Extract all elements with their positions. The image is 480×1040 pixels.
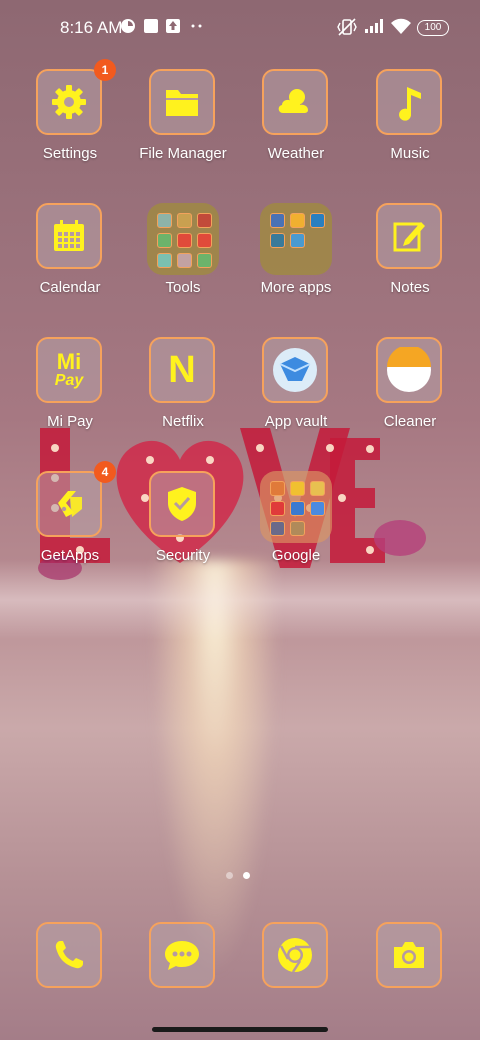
folder-group-icon[interactable] bbox=[260, 471, 332, 543]
clock: 8:16 AM bbox=[60, 18, 123, 37]
gear-icon[interactable] bbox=[36, 69, 102, 135]
folder-group-icon[interactable] bbox=[260, 203, 332, 275]
folder-mini-app-icon bbox=[197, 213, 212, 228]
app-label: Settings bbox=[42, 145, 98, 162]
folder-group-icon[interactable] bbox=[147, 203, 219, 275]
mi-pay-icon[interactable]: Mi Pay bbox=[36, 337, 102, 403]
folder-mini-app-icon bbox=[270, 521, 285, 536]
app-label: Security bbox=[155, 547, 211, 564]
app-label: App vault bbox=[264, 413, 328, 430]
phone-icon[interactable] bbox=[36, 922, 102, 988]
music-note-icon[interactable] bbox=[376, 69, 442, 135]
folder-icon[interactable] bbox=[149, 69, 215, 135]
app-vault-icon[interactable] bbox=[262, 337, 328, 403]
folder-mini-app-icon bbox=[270, 481, 285, 496]
camera-icon[interactable] bbox=[376, 922, 442, 988]
battery-icon: 100 bbox=[417, 20, 449, 36]
folder-mini-app-icon bbox=[270, 233, 285, 248]
data-saver-icon bbox=[121, 19, 135, 33]
app-label: Netflix bbox=[162, 413, 204, 430]
page-dot-1[interactable] bbox=[226, 872, 233, 879]
chrome-icon[interactable] bbox=[262, 922, 328, 988]
notification-badge: 1 bbox=[94, 59, 116, 81]
folder-mini-app-icon bbox=[177, 233, 192, 248]
wifi-icon bbox=[391, 18, 411, 34]
folder-mini-app-icon bbox=[177, 213, 192, 228]
app-label: Google bbox=[271, 547, 321, 564]
folder-mini-app-icon bbox=[177, 253, 192, 268]
cloud-sun-icon[interactable] bbox=[262, 69, 328, 135]
app-label: Tools bbox=[165, 279, 201, 296]
home-gesture-bar[interactable] bbox=[152, 1027, 328, 1032]
app-label: File Manager bbox=[139, 145, 227, 162]
mi-pay-icon-text-top: Mi bbox=[56, 349, 82, 374]
cleaner-icon[interactable] bbox=[376, 337, 442, 403]
folder-mini-app-icon bbox=[197, 233, 212, 248]
folder-mini-app-icon bbox=[290, 521, 305, 536]
getapps-icon[interactable] bbox=[36, 471, 102, 537]
app-label: GetApps bbox=[40, 547, 100, 564]
signal-icon bbox=[365, 19, 383, 33]
upload-icon bbox=[166, 19, 180, 33]
folder-mini-app-icon bbox=[290, 501, 305, 516]
notification-badge: 4 bbox=[94, 461, 116, 483]
folder-mini-app-icon bbox=[157, 253, 172, 268]
calendar-icon[interactable] bbox=[36, 203, 102, 269]
folder-mini-app-icon bbox=[290, 233, 305, 248]
app-label: Weather bbox=[267, 145, 325, 162]
app-label: Music bbox=[390, 145, 430, 162]
notes-edit-icon[interactable] bbox=[376, 203, 442, 269]
folder-mini-app-icon bbox=[157, 213, 172, 228]
folder-mini-app-icon bbox=[270, 501, 285, 516]
folder-mini-app-icon bbox=[310, 213, 325, 228]
chat-bubble-icon[interactable] bbox=[149, 922, 215, 988]
app-label: Calendar bbox=[39, 279, 101, 296]
folder-mini-app-icon bbox=[310, 481, 325, 496]
square-notification-icon bbox=[144, 19, 158, 33]
more-dots-icon bbox=[191, 24, 202, 28]
mi-pay-icon-text-bottom: Pay bbox=[54, 372, 84, 389]
netflix-icon-letter: N bbox=[168, 348, 196, 391]
folder-mini-app-icon bbox=[270, 213, 285, 228]
shield-check-icon[interactable] bbox=[149, 471, 215, 537]
app-label: Notes bbox=[390, 279, 430, 296]
app-label: Cleaner bbox=[383, 413, 437, 430]
folder-mini-app-icon bbox=[290, 481, 305, 496]
page-dot-2[interactable] bbox=[243, 872, 250, 879]
app-label: More apps bbox=[260, 279, 332, 296]
netflix-icon[interactable]: N bbox=[149, 337, 215, 403]
folder-mini-app-icon bbox=[197, 253, 212, 268]
folder-mini-app-icon bbox=[310, 501, 325, 516]
status-bar: 8:16 AM 100 bbox=[0, 0, 480, 56]
folder-mini-app-icon bbox=[157, 233, 172, 248]
vibrate-icon bbox=[337, 18, 357, 36]
app-label: Mi Pay bbox=[47, 413, 93, 430]
folder-mini-app-icon bbox=[290, 213, 305, 228]
